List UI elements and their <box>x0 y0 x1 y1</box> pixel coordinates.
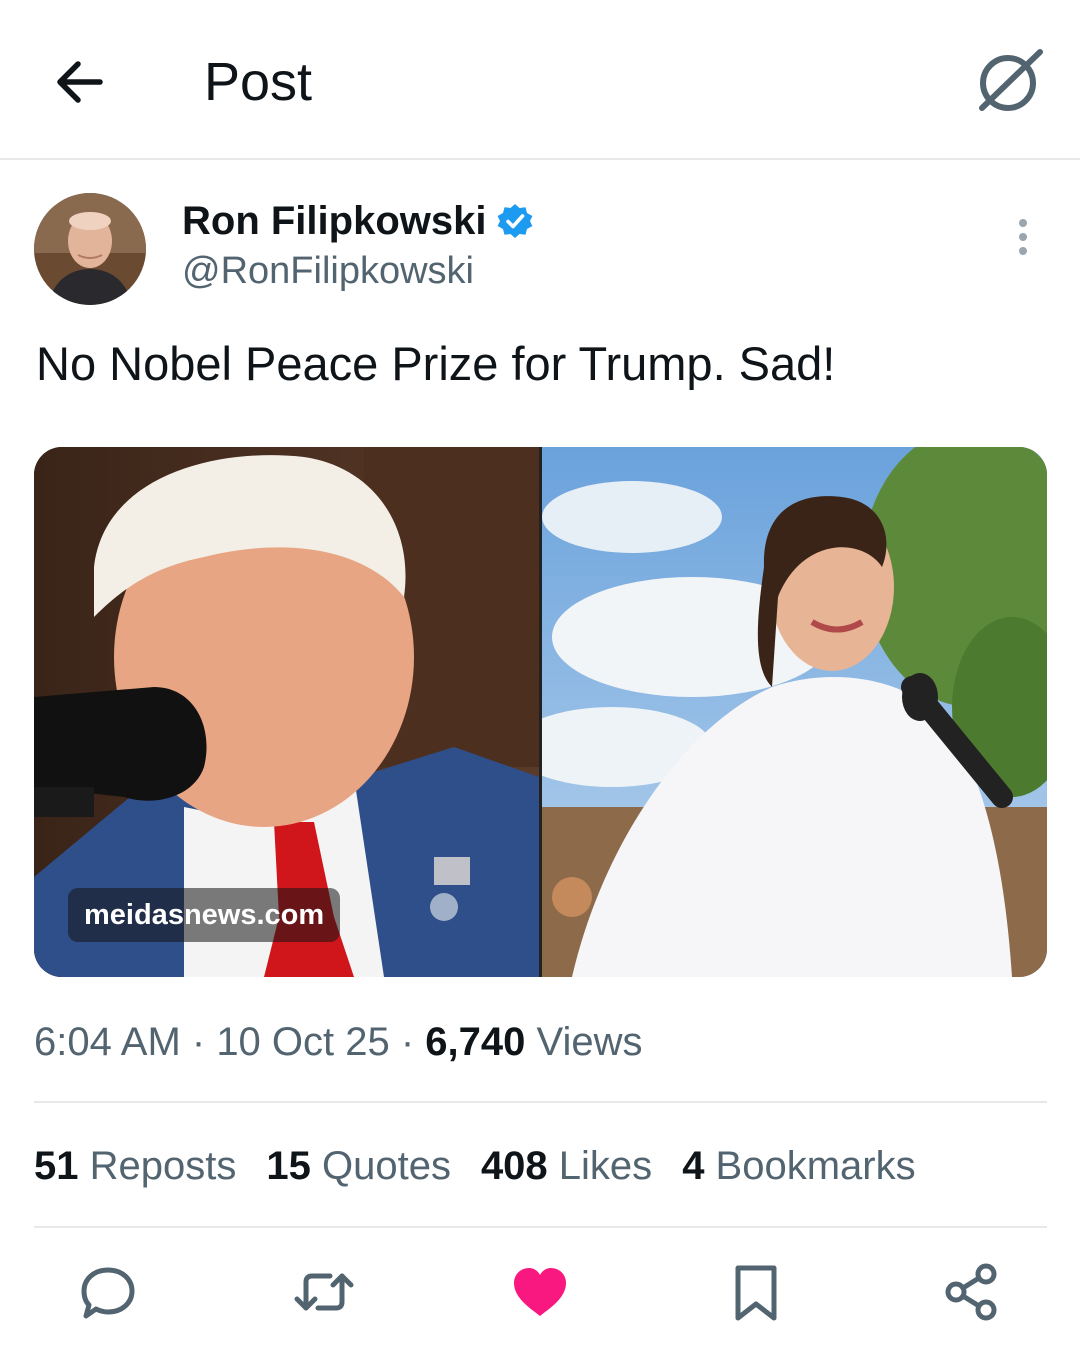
meta-separator: · <box>389 1020 426 1064</box>
media-watermark: meidasnews.com <box>68 888 341 942</box>
repost-icon[interactable] <box>294 1262 354 1322</box>
bookmark-icon[interactable] <box>726 1262 786 1322</box>
likes-stat[interactable]: 408 Likes <box>481 1140 652 1192</box>
post-meta: 6:04 AM · 10 Oct 25 · 6,740 Views <box>34 1016 643 1068</box>
quotes-count: 15 <box>266 1144 311 1188</box>
reposts-label: Reposts <box>78 1144 237 1188</box>
divider <box>34 1101 1047 1103</box>
share-icon[interactable] <box>942 1262 1002 1322</box>
action-bar <box>0 1262 1080 1332</box>
post-date: 10 Oct 25 <box>216 1020 390 1064</box>
heart-icon[interactable] <box>510 1262 570 1322</box>
meta-separator: · <box>180 1020 217 1064</box>
bookmarks-label: Bookmarks <box>704 1144 916 1188</box>
back-arrow-icon[interactable] <box>48 50 112 114</box>
author-handle[interactable]: @RonFilipkowski <box>182 248 474 294</box>
author-name[interactable]: Ron Filipkowski <box>182 196 486 246</box>
post-time: 6:04 AM <box>34 1020 181 1064</box>
author-name-row[interactable]: Ron Filipkowski <box>182 196 534 246</box>
bookmarks-stat[interactable]: 4 Bookmarks <box>682 1140 915 1192</box>
reposts-stat[interactable]: 51 Reposts <box>34 1140 236 1192</box>
more-options-icon[interactable] <box>1008 216 1038 260</box>
quotes-stat[interactable]: 15 Quotes <box>266 1140 451 1192</box>
media-image[interactable]: meidasnews.com <box>34 447 1047 977</box>
views-count: 6,740 <box>425 1020 526 1064</box>
verified-badge-icon <box>498 204 533 238</box>
views-label: Views <box>525 1020 643 1064</box>
grok-icon[interactable] <box>972 46 1048 116</box>
page-title: Post <box>204 52 313 112</box>
right-photo <box>542 447 1047 977</box>
bookmarks-count: 4 <box>682 1144 705 1188</box>
engagement-stats: 51 Reposts 15 Quotes 408 Likes 4 Bookmarks <box>34 1140 946 1192</box>
tweet-text: No Nobel Peace Prize for Trump. Sad! <box>36 337 836 390</box>
avatar[interactable] <box>34 193 146 305</box>
top-bar: Post <box>0 0 1080 160</box>
likes-label: Likes <box>547 1144 653 1188</box>
reposts-count: 51 <box>34 1144 79 1188</box>
quotes-label: Quotes <box>310 1144 451 1188</box>
likes-count: 408 <box>480 1144 548 1188</box>
reply-icon[interactable] <box>78 1262 138 1322</box>
divider <box>34 1226 1047 1228</box>
